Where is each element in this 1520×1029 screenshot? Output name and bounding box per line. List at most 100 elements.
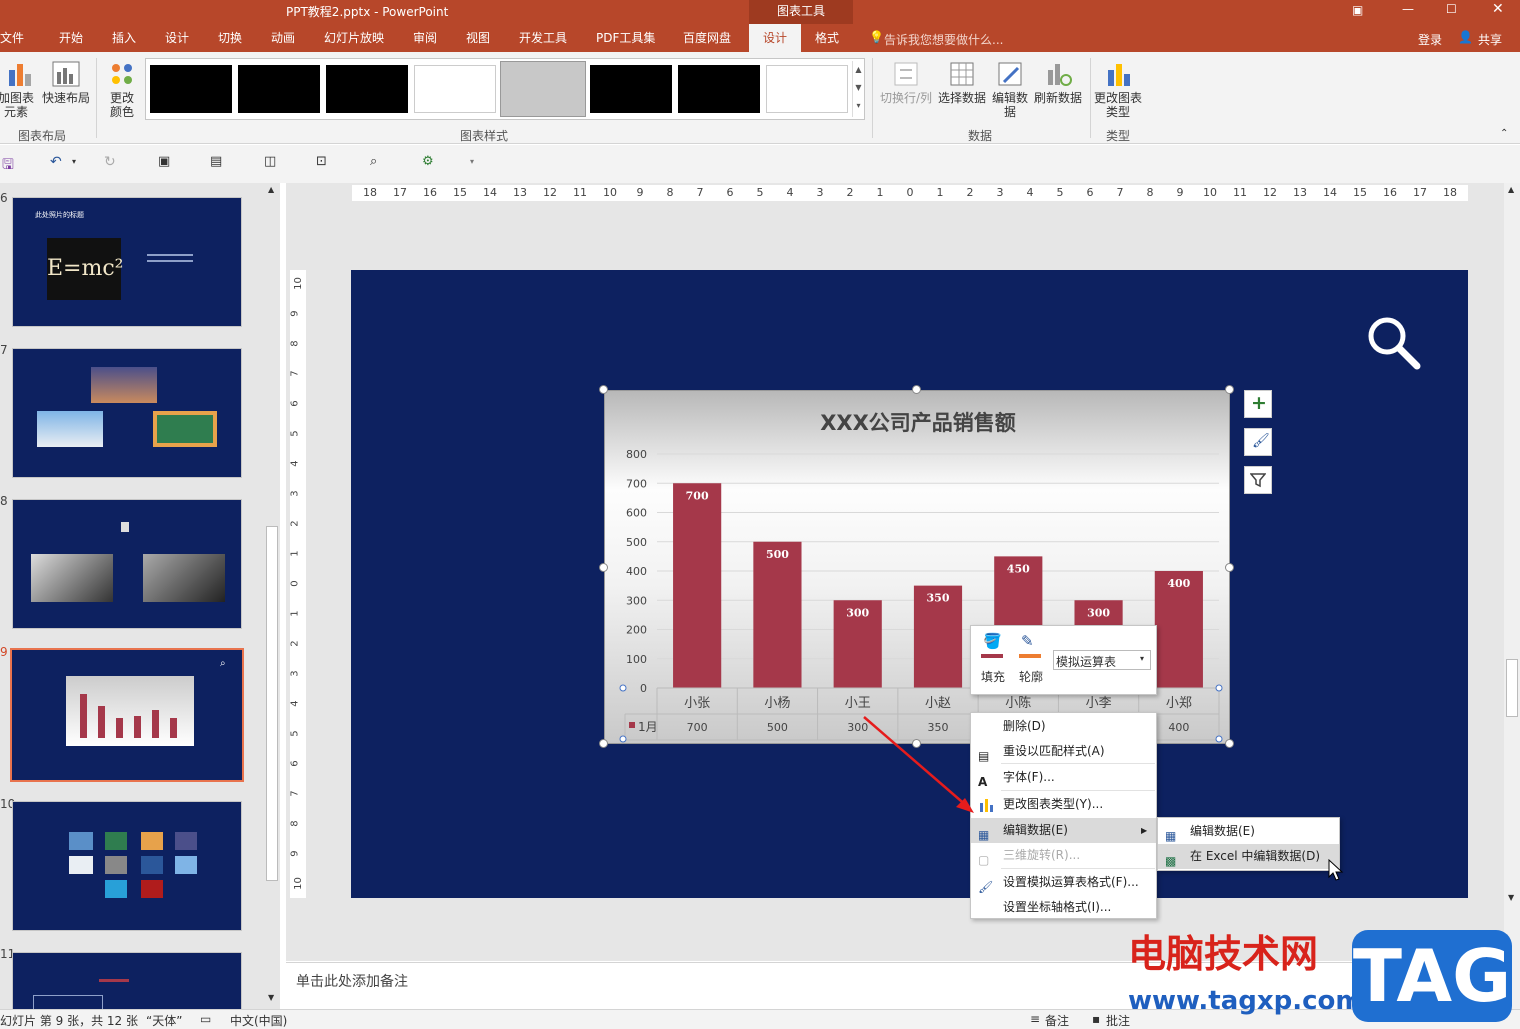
ruler-tick-label: 11	[573, 186, 587, 199]
slide-thumbnail-8[interactable]	[12, 499, 242, 629]
thumbnail-scrollbar[interactable]: ▲ ▼	[264, 183, 280, 1009]
slideshow-icon[interactable]: ◫	[264, 154, 276, 169]
tab-animations[interactable]: 动画	[271, 24, 295, 52]
resize-handle[interactable]	[1225, 739, 1234, 748]
tab-pdf[interactable]: PDF工具集	[596, 24, 655, 52]
language[interactable]: 中文(中国)	[230, 1012, 287, 1029]
tab-baidu[interactable]: 百度网盘	[683, 24, 731, 52]
ruler-tick-label: 2	[846, 186, 854, 199]
ribbon-display-icon[interactable]: ▣	[1352, 3, 1363, 17]
fill-button[interactable]: 🪣 填充	[979, 630, 1007, 690]
thumb-bar	[116, 718, 123, 738]
chart-styles-group-label: 图表样式	[460, 129, 509, 143]
data-group-label: 数据	[968, 129, 993, 143]
slide-thumbnail-10[interactable]	[12, 801, 242, 931]
tab-developer[interactable]: 开发工具	[519, 24, 567, 52]
preview-icon[interactable]: ⌕	[370, 154, 377, 169]
annotation-arrow	[863, 716, 974, 813]
chart-elements-button[interactable]: +	[1244, 390, 1272, 418]
collapse-ribbon-icon[interactable]: ⌃	[1500, 128, 1508, 139]
change-chart-type-button[interactable]: 更改图表类型	[1094, 60, 1144, 119]
maximize-button[interactable]: ☐	[1446, 2, 1457, 16]
tab-insert[interactable]: 插入	[112, 24, 136, 52]
submenu-edit-in-excel[interactable]: ▩ 在 Excel 中编辑数据(D)	[1158, 844, 1339, 869]
chart-style-2[interactable]	[238, 65, 320, 113]
customize-qat-icon[interactable]: ▾	[470, 157, 474, 166]
scroll-down-icon[interactable]: ▼	[1508, 893, 1514, 902]
element-dropdown[interactable]: 模拟运算表 ▾	[1053, 650, 1151, 670]
ruler-tick-label: 7	[696, 186, 704, 199]
edit-data-button[interactable]: 编辑数据	[990, 60, 1030, 119]
redo-icon[interactable]: ↻	[104, 154, 116, 170]
tab-view[interactable]: 视图	[466, 24, 490, 52]
share-button[interactable]: 共享	[1478, 31, 1502, 48]
login-link[interactable]: 登录	[1418, 31, 1442, 48]
spellcheck-icon[interactable]: ▭	[200, 1012, 211, 1026]
chart-style-5-selected[interactable]	[500, 61, 586, 117]
new-slide-icon[interactable]: ▣	[158, 154, 170, 169]
scroll-down-icon[interactable]: ▼	[268, 993, 274, 1002]
resize-handle[interactable]	[1225, 385, 1234, 394]
chart-style-1[interactable]	[150, 65, 232, 113]
y-tick-label: 200	[626, 624, 647, 637]
tell-me-search[interactable]: 告诉我您想要做什么...	[884, 31, 1003, 48]
select-data-button[interactable]: 选择数据	[936, 60, 988, 105]
scroll-thumb[interactable]	[266, 526, 278, 881]
menu-format-data-table[interactable]: 🖌 设置模拟运算表格式(F)...	[971, 870, 1156, 895]
layout-icon[interactable]: ▤	[210, 154, 222, 169]
resize-handle[interactable]	[599, 739, 608, 748]
slide-thumbnail-6[interactable]: 此处照片的标题 E=mc²	[12, 197, 242, 327]
publish-icon[interactable]: ⚙	[422, 154, 434, 169]
change-colors-button[interactable]: 更改颜色	[102, 60, 142, 119]
present-icon[interactable]: ⊡	[316, 154, 327, 169]
ruler-tick-label: 12	[1263, 186, 1277, 199]
editor-scrollbar[interactable]: ▲ ▼	[1504, 183, 1520, 1009]
tab-home[interactable]: 开始	[59, 24, 83, 52]
scroll-thumb[interactable]	[1506, 659, 1518, 717]
switch-row-column-button[interactable]: 切换行/列	[878, 60, 934, 105]
chart-filters-button[interactable]	[1244, 466, 1272, 494]
thumb-title-bar	[99, 979, 129, 982]
chart-style-3[interactable]	[326, 65, 408, 113]
close-button[interactable]: ✕	[1492, 1, 1504, 17]
menu-format-axis[interactable]: 设置坐标轴格式(I)...	[971, 895, 1156, 920]
scroll-up-icon[interactable]: ▲	[268, 185, 274, 194]
quick-layout-button[interactable]: 快速布局	[42, 60, 90, 105]
scroll-up-icon[interactable]: ▲	[1508, 185, 1514, 194]
menu-3d-rotation[interactable]: ▢ 三维旋转(R)...	[971, 843, 1156, 868]
chart-style-4[interactable]	[414, 65, 496, 113]
slide-thumbnail-9-selected[interactable]: ⌕	[10, 648, 244, 782]
resize-handle[interactable]	[599, 563, 608, 572]
save-icon[interactable]: 🖫	[2, 154, 14, 178]
tab-chart-format[interactable]: 格式	[815, 24, 839, 52]
gallery-scroll[interactable]: ▲ ▼ ▾	[852, 61, 864, 117]
tab-chart-design[interactable]: 设计	[749, 24, 801, 52]
slide-thumbnail-7[interactable]	[12, 348, 242, 478]
tab-review[interactable]: 审阅	[413, 24, 437, 52]
menu-delete[interactable]: 删除(D)	[971, 714, 1156, 739]
resize-handle[interactable]	[1225, 563, 1234, 572]
menu-change-chart-type[interactable]: 更改图表类型(Y)...	[971, 792, 1156, 817]
tab-design[interactable]: 设计	[165, 24, 189, 52]
menu-font[interactable]: A 字体(F)...	[971, 765, 1156, 790]
chart-styles-button[interactable]: 🖌	[1244, 428, 1272, 456]
tab-file[interactable]: 文件	[0, 24, 24, 52]
add-chart-element-button[interactable]: 加图表元素	[0, 60, 40, 119]
minimize-button[interactable]: —	[1402, 2, 1414, 16]
chart-style-8[interactable]	[766, 65, 848, 113]
submenu-edit-data[interactable]: ▦ 编辑数据(E)	[1158, 819, 1339, 844]
outline-button[interactable]: ✎ 轮廓	[1017, 630, 1047, 690]
chart-style-7[interactable]	[678, 65, 760, 113]
menu-reset-style[interactable]: ▤ 重设以匹配样式(A)	[971, 739, 1156, 764]
chart-style-6[interactable]	[590, 65, 672, 113]
refresh-data-button[interactable]: 刷新数据	[1032, 60, 1084, 105]
undo-dropdown-icon[interactable]: ▾	[72, 157, 76, 166]
resize-handle[interactable]	[599, 385, 608, 394]
tab-transitions[interactable]: 切换	[218, 24, 242, 52]
undo-icon[interactable]: ↶	[50, 154, 62, 170]
resize-handle[interactable]	[912, 385, 921, 394]
notes-toggle[interactable]: 备注	[1045, 1012, 1069, 1029]
tab-slideshow[interactable]: 幻灯片放映	[324, 24, 384, 52]
menu-edit-data[interactable]: ▦ 编辑数据(E) ▶	[971, 818, 1156, 843]
comments-toggle[interactable]: 批注	[1106, 1012, 1130, 1029]
